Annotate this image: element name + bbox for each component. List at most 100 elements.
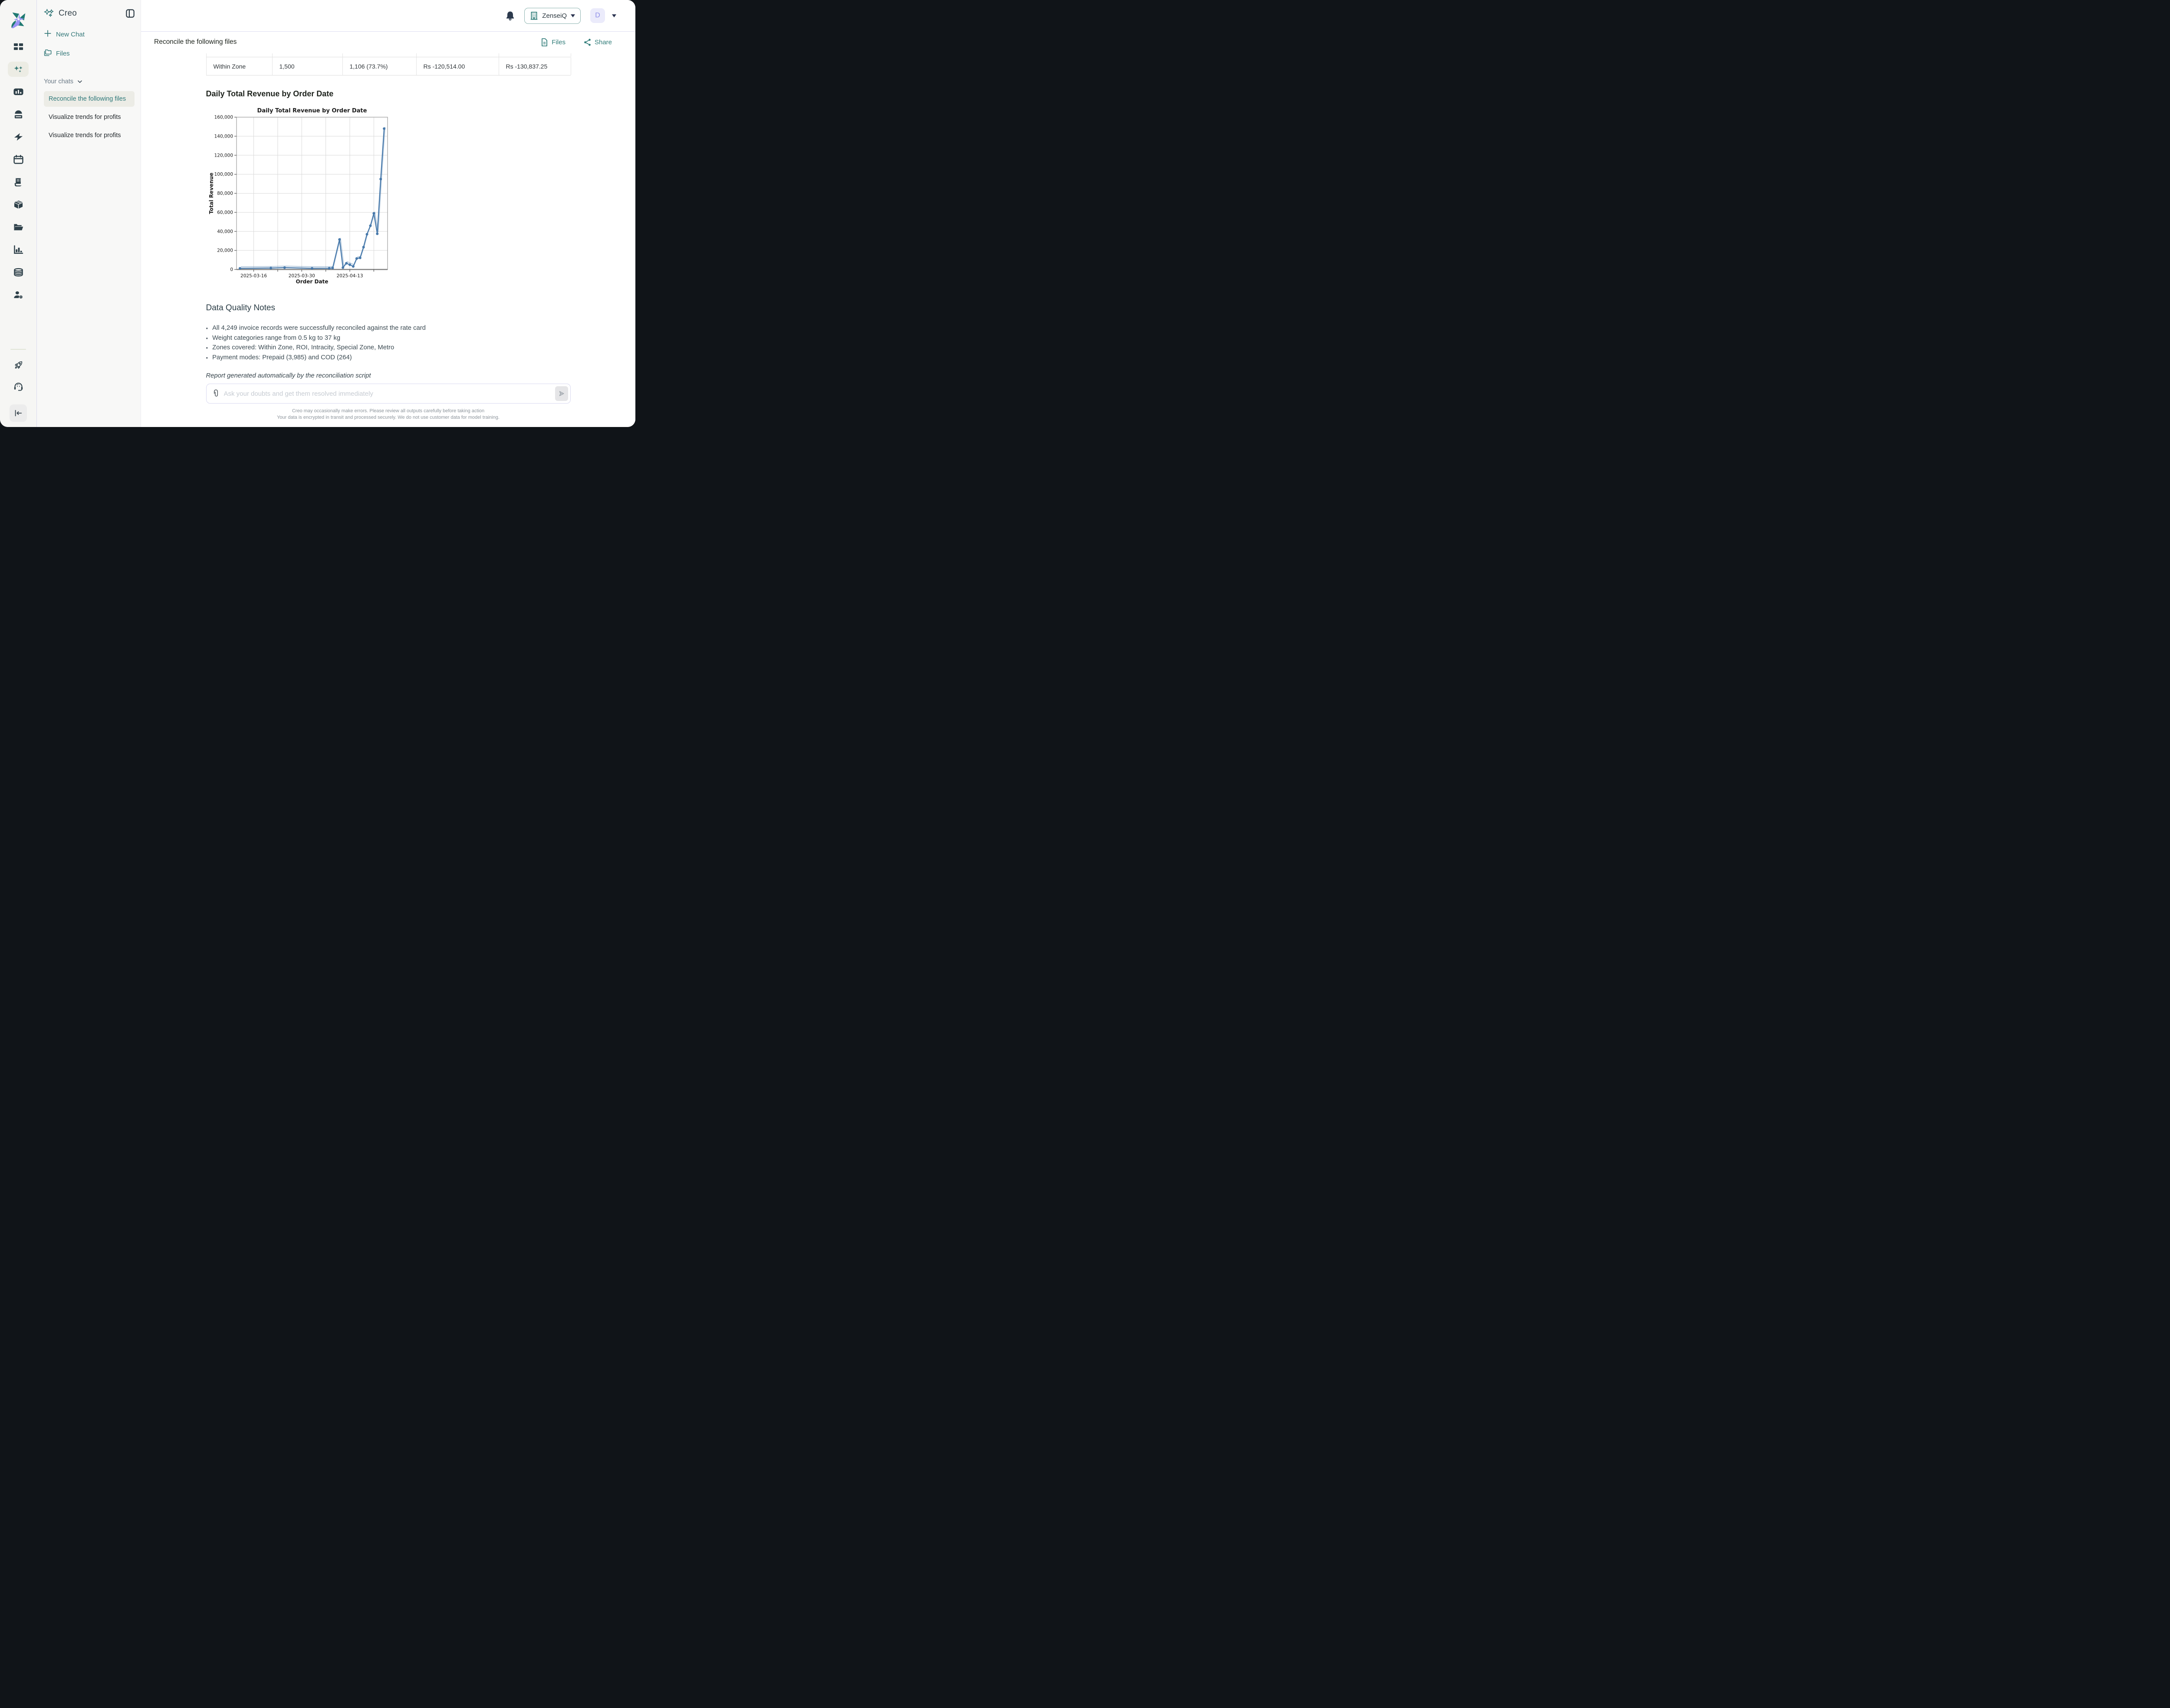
- rail-item-approval-stamp[interactable]: [8, 107, 29, 122]
- rail-item-package[interactable]: [8, 197, 29, 212]
- svg-text:Total Revenue: Total Revenue: [208, 173, 214, 214]
- org-caret-down-icon: [571, 14, 575, 20]
- icon-rail: [0, 0, 37, 427]
- bullet-dot: •: [206, 325, 208, 332]
- files-nav-button[interactable]: Files: [44, 49, 135, 58]
- composer-zone: Creo may occasionally make errors. Pleas…: [141, 384, 635, 427]
- rail-item-calendar[interactable]: [8, 152, 29, 167]
- svg-text:140,000: 140,000: [214, 134, 233, 139]
- rail-item-rocket[interactable]: [8, 358, 29, 373]
- chat-scroll-area[interactable]: Within Zone1,5001,106 (73.7%)Rs -120,514…: [141, 53, 635, 384]
- org-selector[interactable]: ZenseiQ: [524, 8, 581, 24]
- svg-text:2025-03-30: 2025-03-30: [288, 273, 315, 279]
- notes-heading: Data Quality Notes: [206, 303, 571, 313]
- svg-text:160,000: 160,000: [214, 115, 233, 120]
- notes-list: •All 4,249 invoice records were successf…: [206, 325, 571, 361]
- database-icon: [13, 268, 23, 277]
- message-input[interactable]: [220, 390, 555, 397]
- notification-bell-icon[interactable]: [506, 11, 515, 21]
- rail-item-user-settings[interactable]: [8, 287, 29, 302]
- rail-item-database[interactable]: [8, 265, 29, 280]
- files-nav-label: Files: [56, 50, 70, 57]
- chart-section-heading: Daily Total Revenue by Order Date: [206, 89, 571, 99]
- chat-list-item[interactable]: Visualize trends for profits: [44, 109, 135, 125]
- document-icon: [541, 38, 548, 46]
- svg-text:Order Date: Order Date: [296, 279, 328, 285]
- package-icon: [13, 200, 23, 209]
- rail-item-headset[interactable]: [8, 379, 29, 394]
- reconciliation-table: Within Zone1,5001,106 (73.7%)Rs -120,514…: [206, 53, 571, 76]
- svg-text:80,000: 80,000: [217, 191, 233, 196]
- svg-text:2025-04-13: 2025-04-13: [336, 273, 363, 279]
- poll-chart-icon: [13, 87, 23, 96]
- svg-text:2025-03-16: 2025-03-16: [240, 273, 267, 279]
- table-row: Within Zone1,5001,106 (73.7%)Rs -120,514…: [206, 57, 571, 76]
- invoice-receipt-icon: [13, 177, 23, 187]
- headset-icon: [13, 382, 23, 391]
- rail-item-bar-chart[interactable]: [8, 242, 29, 257]
- rail-item-folder[interactable]: [8, 220, 29, 235]
- your-chats-toggle[interactable]: Your chats: [44, 78, 135, 85]
- bullet-dot: •: [206, 335, 208, 342]
- app-title: Creo: [59, 9, 122, 18]
- files-button[interactable]: Files: [541, 38, 566, 46]
- calendar-icon: [13, 155, 23, 164]
- table-cell: 1,106 (73.7%): [343, 57, 417, 75]
- share-button[interactable]: Share: [584, 38, 612, 46]
- user-menu-caret-icon[interactable]: [612, 14, 616, 20]
- conversation-title: Reconcile the following files: [154, 38, 523, 46]
- svg-text:120,000: 120,000: [214, 153, 233, 158]
- chat-input-box[interactable]: [206, 384, 571, 404]
- chevron-down-icon: [77, 79, 83, 85]
- svg-text:Daily Total Revenue by Order D: Daily Total Revenue by Order Date: [257, 108, 367, 114]
- share-button-label: Share: [595, 39, 612, 46]
- attachment-paperclip-icon[interactable]: [212, 389, 220, 398]
- building-icon: [530, 11, 538, 20]
- approval-stamp-icon: [13, 110, 23, 119]
- org-name: ZenseiQ: [542, 12, 567, 20]
- table-row-partial: [206, 53, 571, 57]
- folder-icon: [13, 223, 23, 232]
- rail-bottom: [8, 349, 29, 427]
- rail-item-invoice-receipt[interactable]: [8, 174, 29, 190]
- main-panel: Reconcile the following files Files Shar…: [141, 32, 635, 427]
- note-bullet: •Payment modes: Prepaid (3,985) and COD …: [206, 355, 571, 361]
- new-chat-button[interactable]: New Chat: [44, 30, 135, 39]
- revenue-line-chart: 2025-03-162025-03-302025-04-13020,00040,…: [207, 105, 571, 288]
- pinwheel-logo: [8, 10, 28, 30]
- chat-sidebar: Creo New Chat Files Your chats Reconcile…: [37, 0, 141, 427]
- rail-nav: [8, 36, 29, 302]
- rail-item-assistant-sparkles[interactable]: [8, 62, 29, 77]
- avatar-initial: D: [595, 12, 600, 20]
- bullet-dot: •: [206, 355, 208, 361]
- topbar: ZenseiQ D: [141, 0, 635, 32]
- user-avatar[interactable]: D: [590, 8, 605, 23]
- disclaimer: Creo may occasionally make errors. Pleas…: [141, 408, 635, 427]
- send-button[interactable]: [555, 386, 568, 401]
- note-bullet: •All 4,249 invoice records were successf…: [206, 325, 571, 332]
- chat-list-item[interactable]: Visualize trends for profits: [44, 128, 135, 143]
- your-chats-label: Your chats: [44, 78, 73, 85]
- svg-text:100,000: 100,000: [214, 172, 233, 177]
- user-settings-icon: [13, 290, 23, 299]
- rail-item-lightning[interactable]: [8, 129, 29, 145]
- report-footnote: Report generated automatically by the re…: [206, 372, 571, 379]
- table-cell: Rs -130,837.25: [499, 57, 571, 75]
- share-icon: [584, 38, 591, 46]
- rail-item-dashboard[interactable]: [8, 39, 29, 54]
- svg-text:60,000: 60,000: [217, 210, 233, 215]
- plus-icon: [44, 30, 52, 39]
- table-cell: Within Zone: [207, 57, 273, 75]
- svg-text:20,000: 20,000: [217, 248, 233, 253]
- bullet-dot: •: [206, 345, 208, 351]
- bar-chart-icon: [13, 245, 23, 254]
- note-bullet: •Zones covered: Within Zone, ROI, Intrac…: [206, 345, 571, 351]
- assistant-message: Within Zone1,5001,106 (73.7%)Rs -120,514…: [206, 53, 571, 379]
- svg-text:0: 0: [230, 267, 233, 273]
- folder-copy-icon: [44, 49, 52, 58]
- rail-item-poll-chart[interactable]: [8, 84, 29, 99]
- chat-list-item[interactable]: Reconcile the following files: [44, 91, 135, 107]
- panel-toggle-icon[interactable]: [126, 9, 135, 18]
- dashboard-icon: [13, 42, 23, 51]
- collapse-sidebar-button[interactable]: [10, 404, 27, 422]
